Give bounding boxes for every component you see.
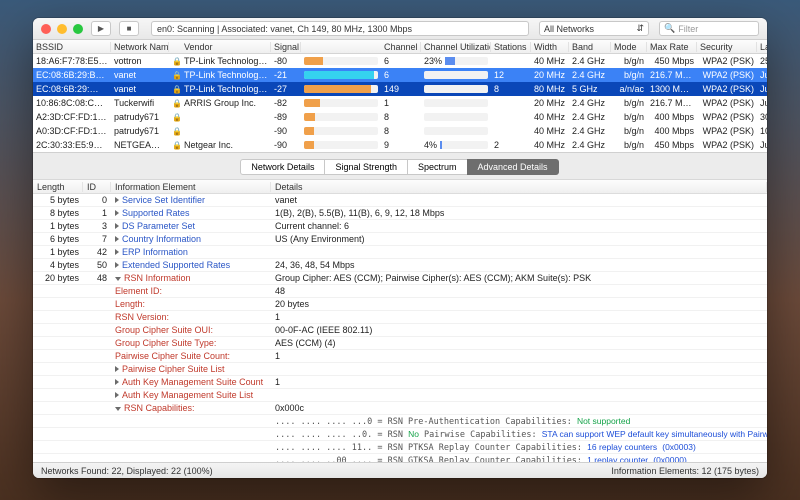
channel-util-bar [421,71,491,79]
lock-icon: 🔒 [169,57,181,66]
column-header[interactable]: Security [697,42,757,52]
ie-subrow: Group Cipher Suite OUI:00-0F-AC (IEEE 80… [33,324,767,337]
app-window: ▶ ■ en0: Scanning | Associated: vanet, C… [33,18,767,478]
zoom-icon[interactable] [73,24,83,34]
ie-subrow[interactable]: Auth Key Management Suite List [33,389,767,402]
table-row[interactable]: EC:08:6B:29:…vanet🔒TP-Link Technologies … [33,82,767,96]
detail-tabs: Network DetailsSignal StrengthSpectrumAd… [33,153,767,179]
table-header[interactable]: BSSIDNetwork Name VendorSignal ChannelChan… [33,40,767,54]
lock-icon: 🔒 [169,99,181,108]
lock-icon: 🔒 [169,71,181,80]
filter-label: All Networks [544,24,594,34]
capability-line: .... .... .... ...0 = RSN Pre-Authentica… [33,415,767,428]
table-row[interactable]: 10:86:8C:08:C…Tuckerwifi🔒ARRIS Group Inc… [33,96,767,110]
ie-subrow: Length:20 bytes [33,298,767,311]
status-left: Networks Found: 22, Displayed: 22 (100%) [41,466,213,476]
status-right: Information Elements: 12 (175 bytes) [611,466,759,476]
detail-col: Information Element [111,182,271,192]
detail-col: Details [271,182,767,192]
networks-table: BSSIDNetwork Name VendorSignal ChannelChan… [33,40,767,153]
channel-util-bar: 4% [421,140,491,150]
titlebar: ▶ ■ en0: Scanning | Associated: vanet, C… [33,18,767,40]
column-header[interactable]: Channel Utilization [421,42,491,52]
table-body: 18:A6:F7:78:E5:…vottron🔒TP-Link Technolo… [33,54,767,152]
tab-advanced-details[interactable]: Advanced Details [467,159,559,175]
table-row[interactable]: A2:3D:CF:FD:1…patrudy671🔒-89840 MHz2.4 G… [33,110,767,124]
ie-subrow: RSN Version:1 [33,311,767,324]
tab-spectrum[interactable]: Spectrum [407,159,468,175]
ie-row[interactable]: 20 bytes48RSN InformationGroup Cipher: A… [33,272,767,285]
column-header[interactable]: Last Seen [757,42,767,52]
status-field: en0: Scanning | Associated: vanet, Ch 14… [151,21,529,36]
search-input[interactable]: 🔍Filter [659,21,759,36]
ie-row[interactable]: 1 bytes3DS Parameter SetCurrent channel:… [33,220,767,233]
column-header[interactable]: Stations [491,42,531,52]
signal-bar [301,71,381,79]
capability-line: .... .... .... ..0. = RSN No Pairwise Ca… [33,428,767,441]
detail-header: LengthIDInformation ElementDetails [33,180,767,194]
channel-util-bar [421,85,491,93]
table-row[interactable]: EC:08:6B:29:B…vanet🔒TP-Link Technologies… [33,68,767,82]
detail-col: Length [33,182,83,192]
column-header[interactable]: Signal [271,42,301,52]
lock-icon: 🔒 [169,113,181,122]
ie-row[interactable]: 4 bytes50Extended Supported Rates24, 36,… [33,259,767,272]
tab-network-details[interactable]: Network Details [240,159,325,175]
ie-subrow: Group Cipher Suite Type:AES (CCM) (4) [33,337,767,350]
column-header[interactable]: Max Rate [647,42,697,52]
tab-signal-strength[interactable]: Signal Strength [324,159,408,175]
ie-list: 5 bytes0Service Set Identifiervanet8 byt… [33,194,767,462]
ie-subrow[interactable]: RSN Capabilities:0x000c [33,402,767,415]
minimize-icon[interactable] [57,24,67,34]
ie-row[interactable]: 1 bytes42ERP Information [33,246,767,259]
ie-row[interactable]: 6 bytes7Country InformationUS (Any Envir… [33,233,767,246]
channel-util-bar [421,99,491,107]
column-header[interactable]: Mode [611,42,647,52]
signal-bar [301,99,381,107]
status-bar: Networks Found: 22, Displayed: 22 (100%)… [33,462,767,478]
signal-bar [301,57,381,65]
column-header[interactable]: BSSID [33,42,111,52]
play-button[interactable]: ▶ [91,21,111,36]
table-row[interactable]: 18:A6:F7:78:E5:…vottron🔒TP-Link Technolo… [33,54,767,68]
table-row[interactable]: A0:3D:CF:FD:1…patrudy671🔒-90840 MHz2.4 G… [33,124,767,138]
signal-bar [301,85,381,93]
channel-util-bar: 23% [421,56,491,66]
ie-subrow[interactable]: Pairwise Cipher Suite List [33,363,767,376]
lock-icon: 🔒 [169,127,181,136]
ie-subrow[interactable]: Auth Key Management Suite Count1 [33,376,767,389]
ie-subrow: Element ID:48 [33,285,767,298]
column-header[interactable]: Band [569,42,611,52]
ie-row[interactable]: 8 bytes1Supported Rates1(B), 2(B), 5.5(B… [33,207,767,220]
column-header[interactable]: Network Name [111,42,169,52]
channel-util-bar [421,127,491,135]
signal-bar [301,113,381,121]
column-header[interactable]: Vendor [181,42,271,52]
column-header[interactable]: Width [531,42,569,52]
close-icon[interactable] [41,24,51,34]
search-placeholder: Filter [678,24,698,34]
ie-row[interactable]: 5 bytes0Service Set Identifiervanet [33,194,767,207]
channel-util-bar [421,113,491,121]
network-filter-select[interactable]: All Networks ⇵ [539,21,649,36]
stop-button[interactable]: ■ [119,21,139,36]
detail-col: ID [83,182,111,192]
search-icon: 🔍 [664,23,675,34]
chevron-updown-icon: ⇵ [636,23,644,34]
lock-icon: 🔒 [169,85,181,94]
capability-line: .... .... .... 11.. = RSN PTKSA Replay C… [33,441,767,454]
column-header[interactable]: Channel [381,42,421,52]
ie-subrow: Pairwise Cipher Suite Count:1 [33,350,767,363]
signal-bar [301,127,381,135]
capability-line: .... .... ..00 .... = RSN GTKSA Replay C… [33,454,767,462]
advanced-details-pane: LengthIDInformation ElementDetails 5 byt… [33,179,767,462]
table-row[interactable]: 2C:30:33:E5:9…NETGEAR12🔒Netgear Inc.-909… [33,138,767,152]
signal-bar [301,141,381,149]
lock-icon: 🔒 [169,141,181,150]
